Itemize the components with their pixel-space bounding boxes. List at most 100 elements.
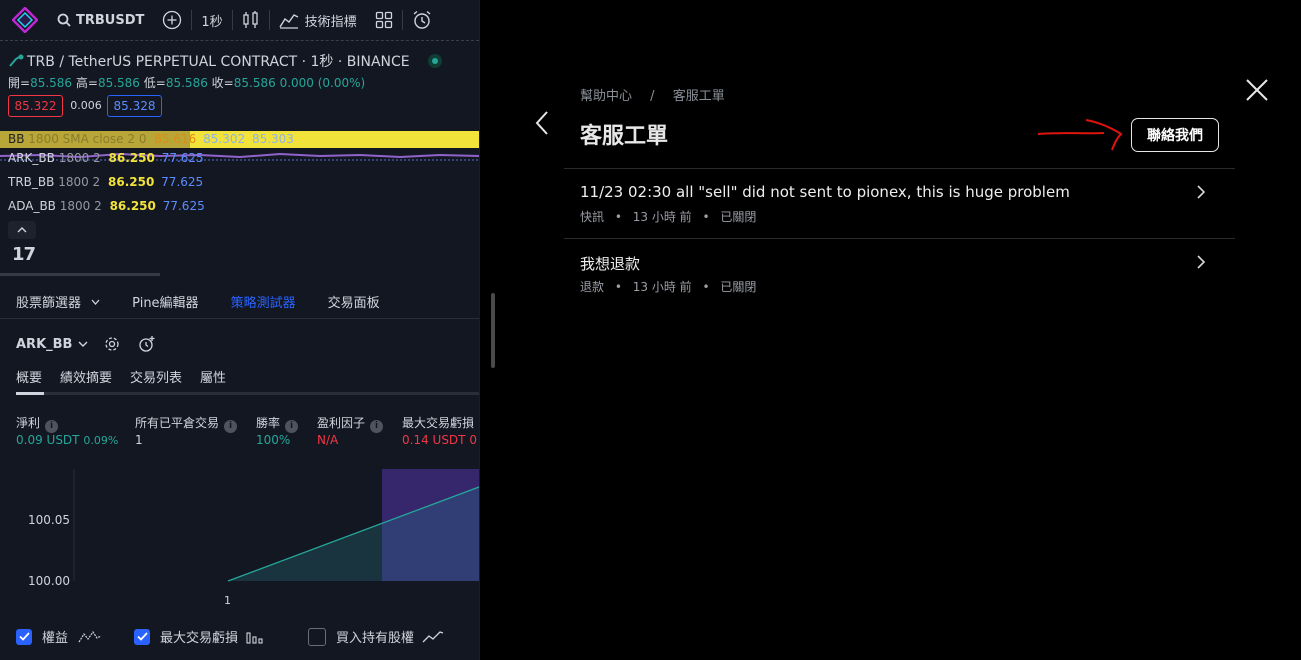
indicator-name: TRB_BB	[8, 175, 55, 189]
chart-symbol-line: TRB / TetherUS PERPETUAL CONTRACT · 1秒 ·…	[8, 51, 443, 71]
indicator-row-ada-bb[interactable]: ADA_BB 1800 2 86.250 77.625	[8, 199, 205, 213]
collapse-legend-button[interactable]	[8, 221, 36, 239]
indicator-row-trb-bb[interactable]: TRB_BB 1800 2 86.250 77.625	[8, 175, 203, 189]
price-chart[interactable]: TRB / TetherUS PERPETUAL CONTRACT · 1秒 ·…	[0, 41, 479, 276]
checkbox-label: 最大交易虧損	[160, 631, 239, 646]
subtab-properties[interactable]: 屬性	[200, 367, 226, 386]
ask-price: 85.328	[113, 99, 156, 113]
ohlc-values: 開=85.586 高=85.586 低=85.586 收=85.586 0.00…	[8, 74, 365, 91]
back-arrow-icon[interactable]	[534, 110, 550, 136]
indicator-row-ark-bb[interactable]: ARK_BB 1800 2 86.250 77.625	[8, 151, 204, 165]
alert-button[interactable]	[403, 0, 441, 40]
chevron-up-icon	[17, 227, 27, 233]
subtab-track	[16, 392, 479, 395]
indicator-value: 86.250	[109, 199, 156, 213]
indicator-params: 1800 2	[58, 151, 101, 165]
low-value: 85.586	[165, 76, 208, 90]
indicator-value: 77.625	[161, 151, 204, 165]
chart-symbol-text: TRB / TetherUS PERPETUAL CONTRACT · 1秒 ·…	[27, 54, 410, 70]
metric-win-rate-label: 勝率 i	[256, 414, 299, 433]
tradingview-pane: TRBUSDT 1秒 技術指標 TRB / TetherUS PERPETUAL…	[0, 0, 479, 660]
tab-stock-screener[interactable]: 股票篩選器	[0, 292, 116, 311]
strategy-name: ARK_BB	[16, 336, 73, 352]
chevron-right-icon	[1197, 255, 1205, 269]
sell-price-button[interactable]: 85.322	[8, 95, 63, 117]
help-center-panel: 幫助中心 / 客服工單 客服工單 聯絡我們 11/23 02:30 all "s…	[479, 0, 1301, 660]
alarm-clock-icon	[413, 10, 431, 29]
open-value: 85.586	[30, 76, 73, 90]
plus-circle-icon	[163, 10, 182, 30]
layout-button[interactable]	[366, 0, 402, 40]
equity-chart[interactable]: 100.05 100.00 1	[0, 469, 479, 604]
high-label: 高=	[75, 76, 98, 90]
tab-pine-editor[interactable]: Pine編輯器	[116, 292, 214, 311]
metric-net-profit-label: 淨利 i	[16, 414, 59, 433]
close-value: 85.586	[233, 76, 276, 90]
buy-price-button[interactable]: 85.328	[107, 95, 162, 117]
strategy-selector[interactable]: ARK_BB	[16, 335, 156, 353]
bottom-panel-tabs: 股票篩選器 Pine編輯器 策略測試器 交易面板	[0, 284, 479, 319]
ticket-row[interactable]: 11/23 02:30 all "sell" did not sent to p…	[564, 168, 1235, 237]
info-icon[interactable]: i	[285, 420, 299, 433]
live-dot-icon	[428, 54, 443, 68]
info-icon[interactable]: i	[370, 420, 384, 433]
checkbox-equity[interactable]: 權益	[16, 627, 102, 646]
x-tick-label: 1	[224, 594, 231, 604]
info-icon[interactable]: i	[45, 420, 59, 433]
app-logo-icon[interactable]	[12, 7, 38, 33]
breadcrumb: 幫助中心 / 客服工單	[580, 85, 725, 104]
panel-scrollbar[interactable]	[491, 293, 495, 368]
ticket-status: 已關閉	[720, 280, 757, 294]
indicators-button[interactable]: 技術指標	[270, 0, 366, 40]
open-label: 開=	[8, 76, 31, 90]
tab-trading-panel[interactable]: 交易面板	[312, 292, 396, 311]
indicator-value: 86.250	[108, 175, 155, 189]
checkbox-label: 權益	[42, 631, 69, 646]
contact-us-label: 聯絡我們	[1147, 128, 1203, 144]
indicator-value: 86.250	[108, 151, 155, 165]
indicator-row-bb[interactable]: BB 1800 SMA close 2 0 85.616 85.302 85.3…	[8, 132, 294, 146]
checkbox-buy-hold[interactable]: 買入持有股權	[308, 627, 444, 646]
breadcrumb-help-center[interactable]: 幫助中心	[580, 89, 632, 104]
compare-symbol-button[interactable]	[153, 0, 191, 40]
info-icon[interactable]: i	[224, 420, 238, 433]
indicator-value: 85.303	[251, 132, 294, 146]
ticket-time: 13 小時 前	[632, 280, 692, 294]
tradingview-logo[interactable]: 17	[12, 244, 36, 265]
market-status-icon	[9, 54, 24, 67]
symbol-label: TRBUSDT	[76, 12, 145, 28]
checkbox-max-loss[interactable]: 最大交易虧損	[134, 627, 266, 646]
search-icon	[57, 13, 71, 27]
y-tick-label: 100.05	[28, 513, 70, 527]
equity-line-icon	[78, 630, 102, 642]
subtab-overview[interactable]: 概要	[16, 367, 42, 386]
close-icon[interactable]	[1245, 78, 1269, 102]
chevron-down-icon	[91, 299, 100, 305]
spread-text: 0.006	[70, 98, 102, 112]
indicator-params: 1800 2	[58, 175, 101, 189]
high-value: 85.586	[97, 76, 140, 90]
bar-chart-icon	[246, 631, 263, 644]
add-alert-icon[interactable]	[138, 335, 156, 353]
chart-toolbar: TRBUSDT 1秒 技術指標	[0, 0, 479, 41]
indicator-value: 85.616	[154, 132, 197, 146]
ticket-row[interactable]: 我想退款 退款 • 13 小時 前 • 已關閉	[564, 238, 1235, 307]
metric-closed-trades-label: 所有已平倉交易 i	[135, 414, 238, 433]
tab-strategy-tester[interactable]: 策略測試器	[215, 292, 312, 311]
interval-label: 1秒	[201, 14, 223, 30]
contact-us-button[interactable]: 聯絡我們	[1131, 118, 1219, 152]
interval-button[interactable]: 1秒	[192, 0, 231, 40]
subtab-performance[interactable]: 績效摘要	[60, 367, 112, 386]
indicator-params: 1800 SMA close 2 0	[28, 132, 147, 146]
indicator-value: 85.302	[203, 132, 246, 146]
gear-icon[interactable]	[104, 336, 120, 352]
metric-win-rate-value: 100%	[256, 433, 291, 447]
chart-scrollbar[interactable]	[0, 273, 160, 276]
symbol-search-button[interactable]: TRBUSDT	[48, 0, 153, 40]
page-title: 客服工單	[580, 124, 669, 149]
indicator-name: ADA_BB	[8, 199, 56, 213]
candles-icon	[243, 11, 258, 28]
subtab-trades[interactable]: 交易列表	[130, 367, 182, 386]
indicators-icon	[279, 14, 298, 29]
chart-type-button[interactable]	[233, 0, 269, 40]
